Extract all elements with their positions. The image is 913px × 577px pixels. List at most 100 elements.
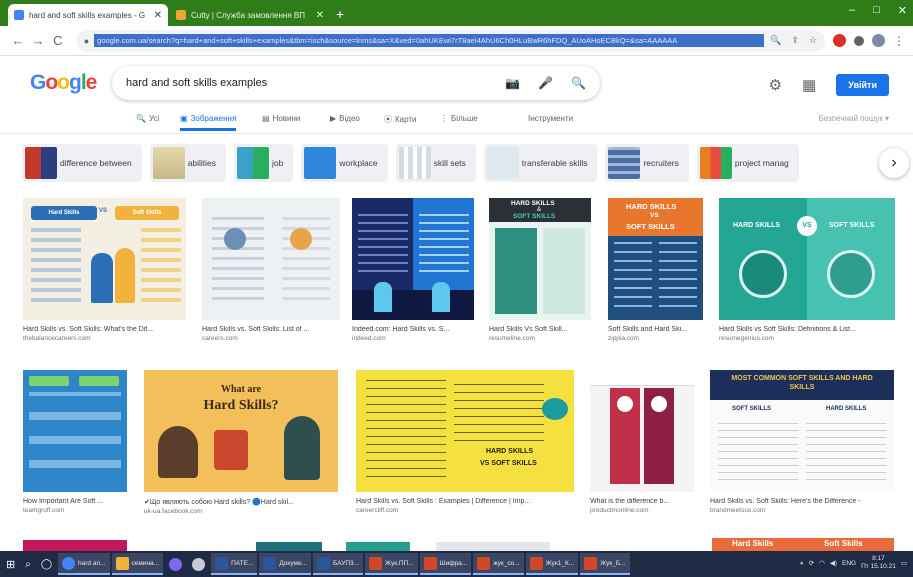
result-title: ✔Що являють собою Hard skills? 🔵Hard ski… [144,499,294,506]
figure-illustration [91,253,113,303]
url-text[interactable]: google.com.ua/search?q=hard+and+soft+ski… [94,34,765,47]
image-result[interactable]: Hard Skills vs. Soft Skills: List of ...… [202,198,340,342]
safesearch-toggle[interactable]: Безпечний пошук ▾ [819,114,889,123]
chevron-right-icon: › [891,154,897,171]
related-chips: difference between abilities job workpla… [22,144,902,184]
taskbar-app-word[interactable]: БАУП3... [313,553,364,575]
image-result[interactable]: Hard Skills Soft Skills [712,538,894,551]
forward-button[interactable]: → [28,33,48,48]
search-icon[interactable]: 🔍 [571,76,586,90]
chip[interactable]: abilities [149,144,227,182]
taskbar-app-word[interactable]: Докуме... [259,553,312,575]
result-source: zippia.com [608,335,640,342]
chip[interactable]: job [234,144,294,182]
gear-icon[interactable]: ⚙ [769,76,782,94]
filter-all[interactable]: 🔍 Усі [136,114,159,123]
taskbar-app-word[interactable]: ПАТЕ... [211,553,258,575]
image-result[interactable]: What are Hard Skills? ✔Що являють собою … [144,370,338,515]
filter-more[interactable]: ⋮ Більше [440,114,478,123]
task-view-button[interactable]: ◯ [37,553,56,575]
taskbar-app-chrome[interactable]: hard an... [58,553,110,575]
image-result[interactable]: Indeed.com: Hard Skills vs. S... indeed.… [352,198,474,342]
word-icon [215,556,229,570]
chip[interactable]: skill sets [395,144,476,182]
taskbar-app-powerpoint[interactable]: жук_со... [473,553,524,575]
taskbar-app-powerpoint[interactable]: Жук1_К... [525,553,579,575]
chip-thumbnail [304,147,337,179]
image-result[interactable]: HARD SKILLS VS SOFT SKILLS Hard Skills v… [356,370,574,514]
chip[interactable]: project manag [696,144,799,182]
volume-icon[interactable]: ◀) [830,559,837,567]
chips-next-button[interactable]: › [879,148,909,178]
filter-images[interactable]: ▣ Зображення [180,114,237,131]
share-icon[interactable]: ⇪ [791,35,799,46]
search-button[interactable]: ⌕ [21,553,35,575]
camera-icon[interactable]: 📷 [505,76,520,90]
wifi-icon[interactable]: ◠ [819,559,825,567]
sign-in-button[interactable]: Увійти [836,74,889,96]
image-result[interactable]: HARD SKILLS VS SOFT SKILLS Hard Skills v… [719,198,895,342]
taskbar-app-settings[interactable] [188,553,209,575]
language-indicator[interactable]: ENG [842,560,856,567]
taskbar-app-powerpoint[interactable]: Жук_Б... [580,553,630,575]
puzzle-icon[interactable] [854,35,864,46]
avatar[interactable] [872,34,885,47]
close-tab-icon[interactable]: ✕ [154,10,162,21]
image-result[interactable] [256,542,322,551]
image-result[interactable] [436,542,550,551]
search-input[interactable] [126,77,506,89]
list-lines [358,208,408,278]
maximize-button[interactable]: □ [873,4,880,17]
site-info-icon[interactable]: ● [84,36,89,46]
image-result[interactable]: What is the difference b... productmonli… [590,370,694,514]
image-title-line1: What are [220,384,262,395]
star-icon[interactable]: ☆ [809,35,817,46]
close-window-button[interactable]: ✕ [898,4,907,17]
google-logo[interactable]: Google [30,71,97,95]
omnibox[interactable]: ● google.com.ua/search?q=hard+and+soft+s… [75,29,825,52]
image-result[interactable]: HARD SKILLS VS SOFT SKILLS Soft Skills a… [608,198,703,342]
apps-grid-icon[interactable]: ▦ [802,76,816,94]
chip[interactable]: difference between [22,144,142,182]
network-icon[interactable]: ● [800,560,804,567]
taskbar-app-explorer[interactable]: семина... [111,553,164,575]
chip[interactable]: recruiters [605,144,689,182]
reload-button[interactable]: C [48,33,68,48]
taskbar-app-powerpoint[interactable]: Жук.ПП... [365,553,418,575]
image-result[interactable] [346,542,410,551]
chip-thumbnail [398,147,431,179]
tools-button[interactable]: Інструменти [528,114,573,123]
clock[interactable]: 8:17 Пт 15.10.21 [861,555,896,571]
tab-google-search[interactable]: hard and soft skills examples - G ✕ [8,4,168,26]
taskbar-app-powerpoint[interactable]: Шифра... [419,553,472,575]
notifications-icon[interactable]: ▭ [901,559,907,567]
new-tab-button[interactable]: + [336,6,344,22]
result-title: Hard Skills vs. Soft Skills: List of ... [202,326,310,333]
image-result[interactable]: Hard Skills VS Soft Skills Hard Skills v… [23,198,186,342]
taskbar-app-viber[interactable] [165,553,186,575]
image-result[interactable]: How Important Are Soft ... teamgroff.com [23,370,127,514]
taskbar-app-label: Шифра... [439,559,468,567]
extension-icon[interactable] [833,34,846,47]
search-icon[interactable]: 🔍 [770,35,781,46]
image-result[interactable]: HARD SKILLS & SOFT SKILLS Hard Skills Vs… [489,198,591,342]
close-tab-icon[interactable]: ✕ [316,10,324,21]
image-result[interactable] [23,540,127,551]
tab-cutty[interactable]: Cutty | Служба замовлення ВП ✕ [170,4,330,26]
image-result[interactable]: MOST COMMON SOFT SKILLS AND HARD SKILLS … [710,370,894,514]
start-button[interactable]: ⊞ [2,553,19,575]
menu-icon[interactable]: ⋮ [893,34,905,48]
back-button[interactable]: ← [8,33,28,48]
filter-news[interactable]: ▤ Новини [262,114,300,123]
soft-skills-label: SOFT SKILLS [626,222,675,231]
result-title: Soft Skills and Hard Ski... [608,326,687,333]
chip[interactable]: workplace [301,144,388,182]
filter-maps[interactable]: ⦿ Карти [384,114,417,125]
minimize-button[interactable]: – [849,4,855,17]
microphone-icon[interactable]: 🎤 [538,76,553,90]
chip[interactable]: transferable skills [483,144,598,182]
list-lines [282,212,330,307]
chip-label: recruiters [643,158,679,168]
sync-icon[interactable]: ⟳ [809,559,814,567]
filter-video[interactable]: ▶ Відео [330,114,360,123]
